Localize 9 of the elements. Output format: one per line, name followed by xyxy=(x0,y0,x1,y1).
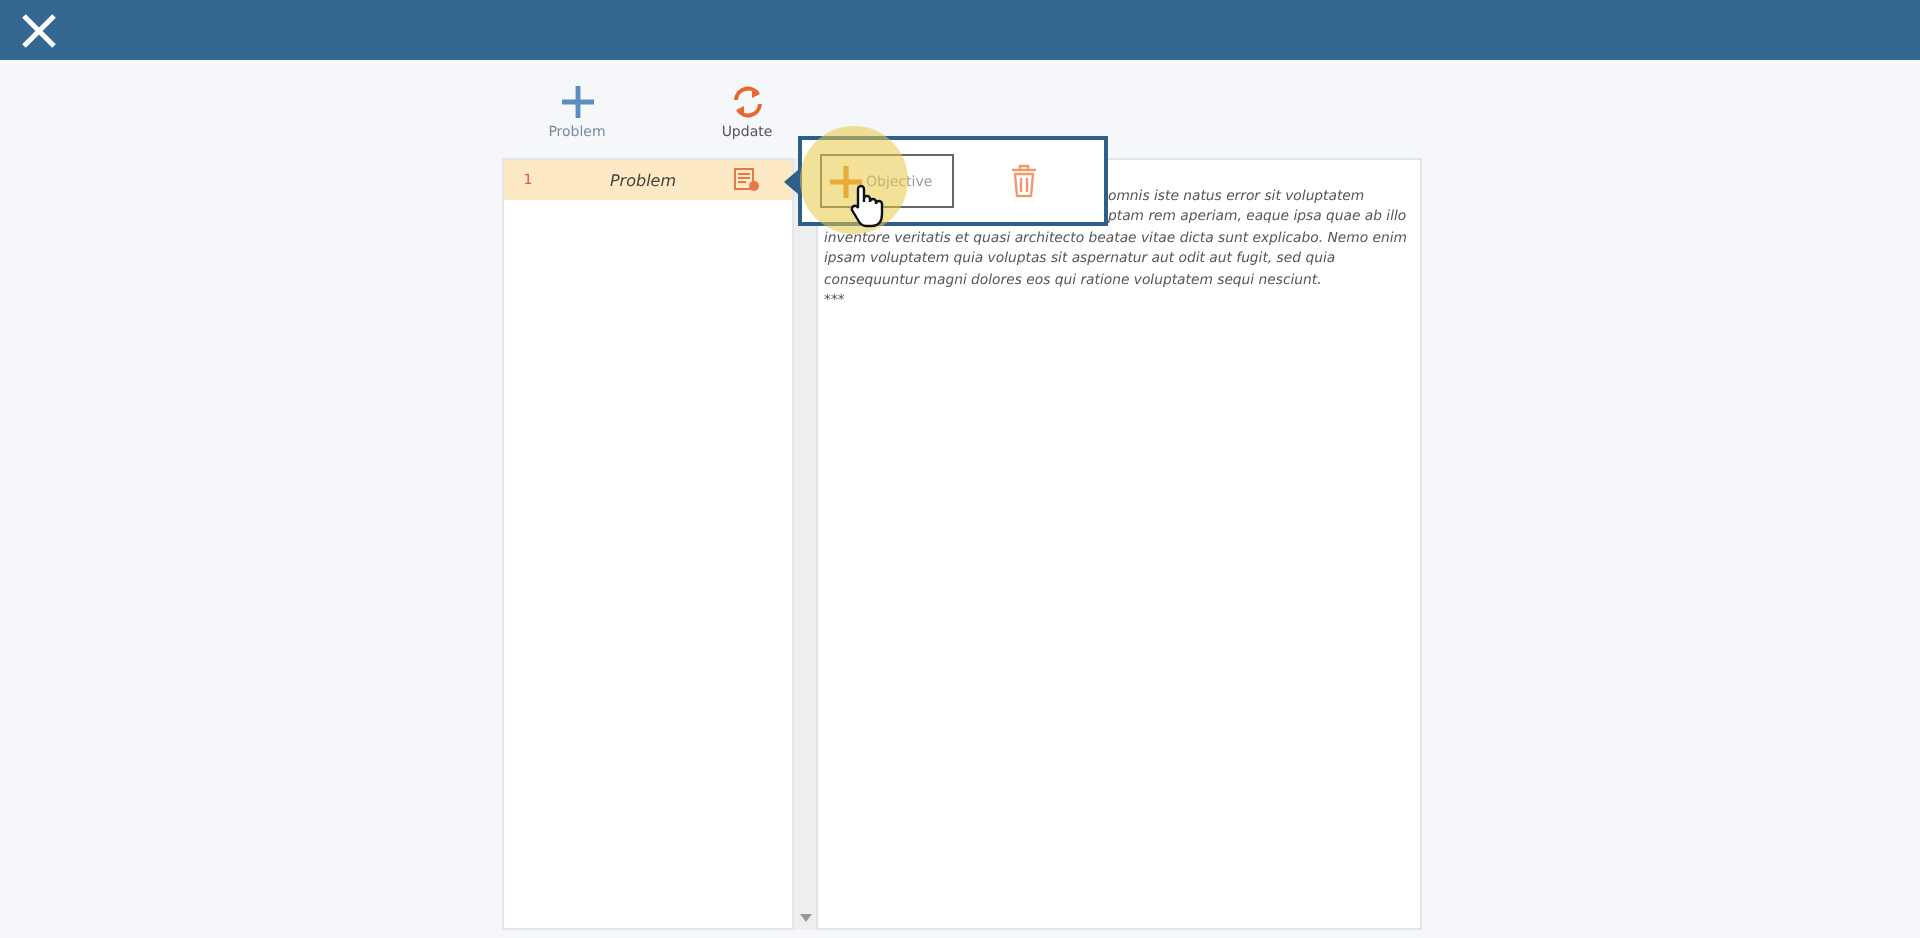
item-label: Problem xyxy=(607,171,679,189)
close-icon[interactable] xyxy=(22,13,56,47)
trash-icon[interactable] xyxy=(1010,164,1038,198)
refresh-icon xyxy=(731,86,763,118)
scrollbar[interactable] xyxy=(794,158,816,930)
document-icon[interactable] xyxy=(734,168,760,192)
plus-icon xyxy=(561,86,593,118)
plus-icon xyxy=(830,165,862,197)
scroll-down-icon[interactable] xyxy=(799,914,811,924)
